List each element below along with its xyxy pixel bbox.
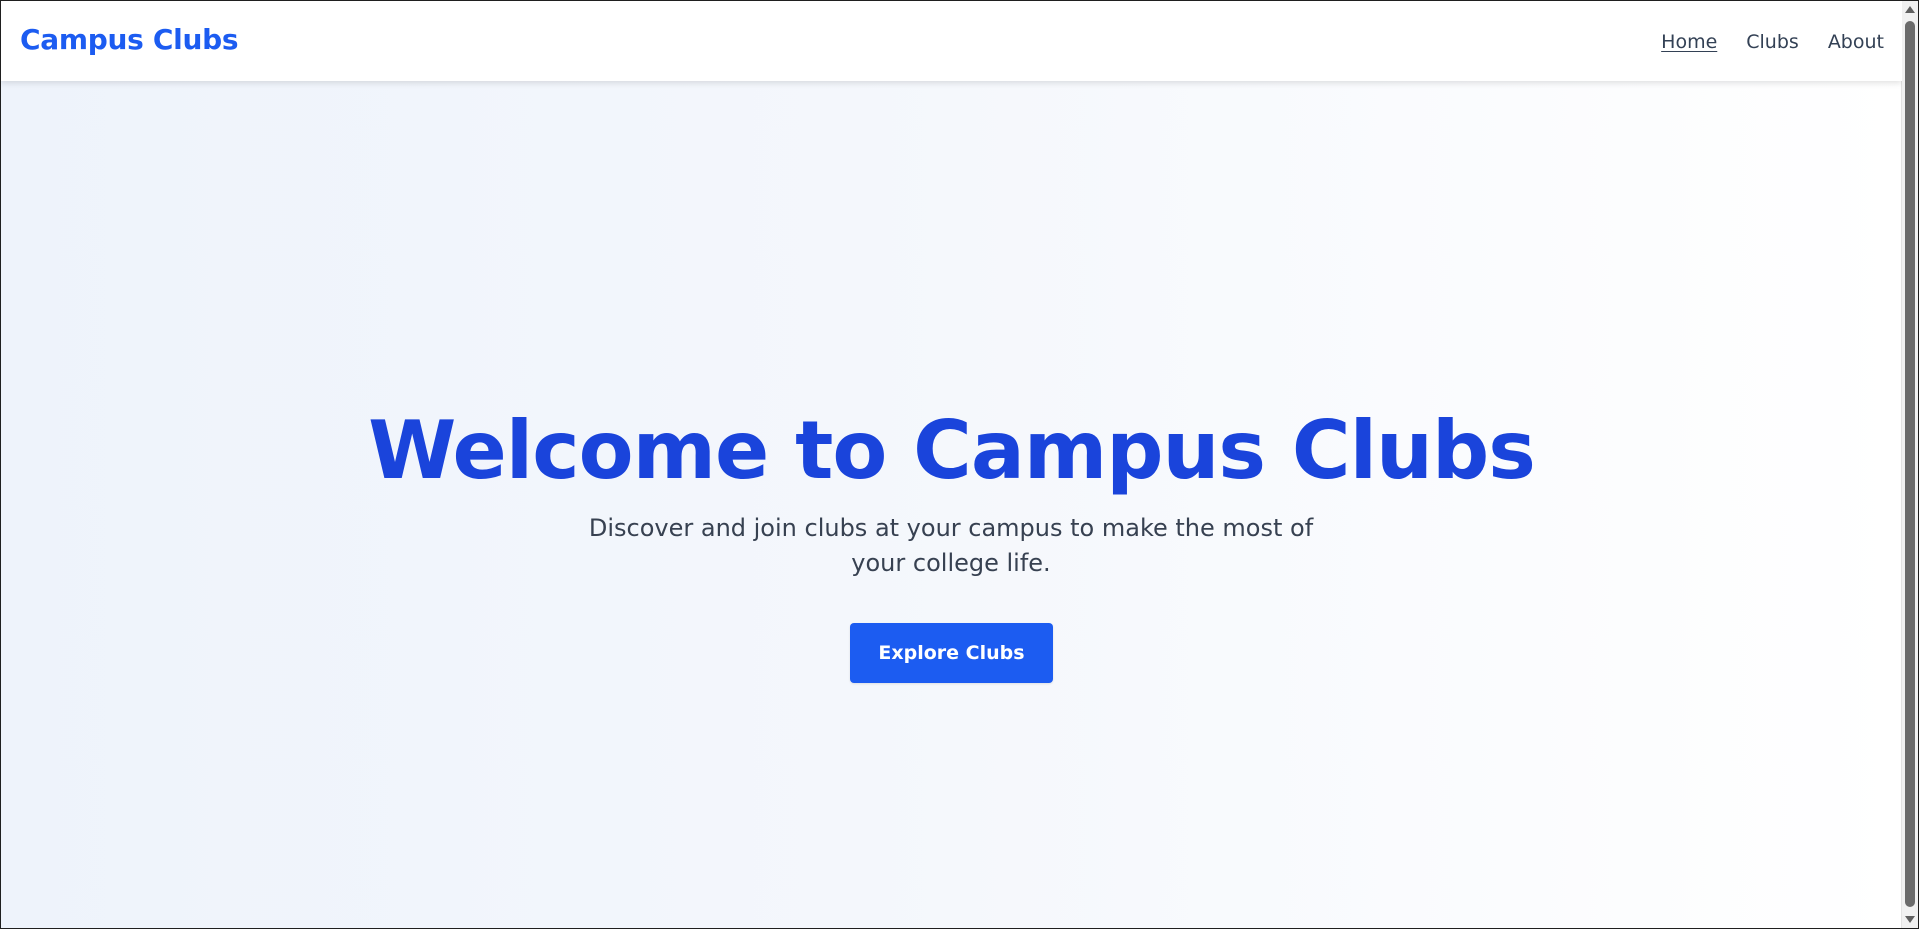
scrollbar-thumb[interactable] xyxy=(1905,21,1915,907)
vertical-scrollbar[interactable] xyxy=(1901,1,1918,928)
nav-links: Home Clubs About xyxy=(1661,30,1884,54)
browser-frame: Campus Clubs Home Clubs About Welcome to… xyxy=(0,0,1919,929)
explore-clubs-button[interactable]: Explore Clubs xyxy=(850,623,1053,683)
nav-link-clubs[interactable]: Clubs xyxy=(1746,30,1799,54)
nav-link-home[interactable]: Home xyxy=(1661,30,1717,54)
top-navbar: Campus Clubs Home Clubs About xyxy=(1,1,1902,81)
nav-link-about[interactable]: About xyxy=(1828,30,1884,54)
scroll-up-arrow-icon[interactable] xyxy=(1905,6,1915,13)
scroll-down-arrow-icon[interactable] xyxy=(1905,916,1915,923)
page-viewport: Campus Clubs Home Clubs About Welcome to… xyxy=(1,1,1902,928)
hero-title: Welcome to Campus Clubs xyxy=(368,404,1536,497)
brand-logo-link[interactable]: Campus Clubs xyxy=(20,23,239,56)
hero-subtitle: Discover and join clubs at your campus t… xyxy=(588,514,1314,577)
hero-section: Welcome to Campus Clubs Discover and joi… xyxy=(1,81,1902,928)
